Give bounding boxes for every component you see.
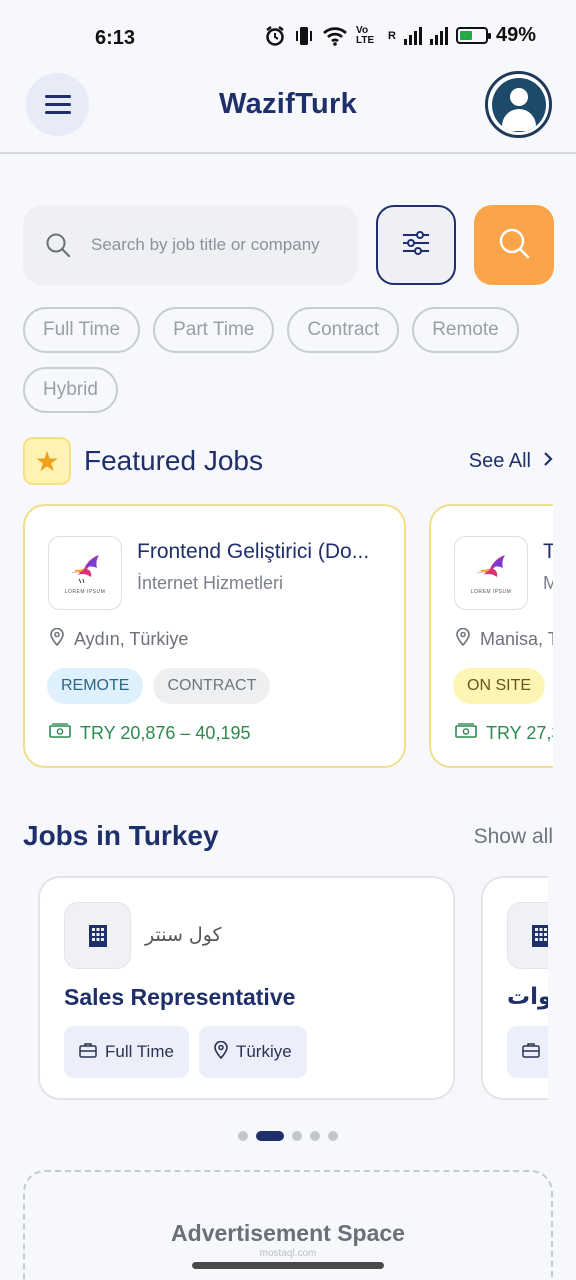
battery-level [459, 31, 472, 40]
building-icon [507, 902, 548, 969]
job-tags: ON SITE [453, 668, 546, 704]
status-bar: 6:13 Vo LTE R 49% [0, 0, 576, 70]
carousel-pager [0, 1131, 576, 1141]
bird-logo-icon [71, 555, 99, 584]
salary-range: TRY 20,876 – 40,195 [49, 723, 250, 744]
building-icon [64, 902, 131, 969]
job-title: T [543, 540, 553, 564]
job-title: Sales Representative [64, 984, 296, 1010]
money-icon [49, 723, 71, 744]
pager-dot[interactable] [310, 1131, 320, 1141]
featured-jobs-header: ★ Featured Jobs See All [23, 437, 553, 485]
battery-percent: 49% [495, 24, 536, 46]
job-type-chips: Full Time Part Time Contract Remote Hybr… [23, 307, 543, 413]
location-pin-icon [214, 1040, 228, 1064]
featured-job-card[interactable]: LOREM IPSUM T M Manisa, T ON SITE TRY 27… [429, 504, 553, 768]
jobs-in-turkey-title: Jobs in Turkey [23, 820, 219, 851]
filter-button[interactable] [376, 205, 456, 285]
job-type-tag: Full Time [64, 1026, 189, 1078]
pager-dot[interactable] [328, 1131, 338, 1141]
search-icon [45, 232, 71, 258]
profile-avatar-button[interactable] [485, 71, 552, 138]
salary-range: TRY 27,3 [455, 723, 553, 744]
pager-dot[interactable] [292, 1131, 302, 1141]
salary-text: TRY 20,876 – 40,195 [80, 723, 251, 743]
company-name: M [543, 573, 553, 593]
chevron-right-icon [543, 450, 553, 473]
star-icon: ★ [23, 437, 71, 485]
search-button[interactable] [474, 205, 554, 285]
salary-text: TRY 27,3 [486, 723, 553, 743]
job-type-text: Full Time [105, 1042, 174, 1061]
job-location-tag: Türkiye [198, 1026, 307, 1078]
company-logo: LOREM IPSUM [454, 536, 528, 610]
featured-job-card[interactable]: LOREM IPSUM Frontend Geliştirici (Do... … [23, 504, 406, 768]
status-time: 6:13 [95, 27, 136, 49]
chip-full-time[interactable]: Full Time [23, 307, 141, 353]
see-all-label: See All [468, 449, 531, 472]
wifi-icon [322, 26, 348, 46]
location-pin-icon [456, 627, 470, 651]
job-tags: REMOTE CONTRACT [47, 668, 271, 704]
show-all-link[interactable]: Show all [474, 825, 553, 849]
briefcase-icon [79, 1042, 97, 1063]
logo-text: LOREM IPSUM [64, 589, 106, 595]
company-logo: LOREM IPSUM [48, 536, 122, 610]
roaming-label: R [388, 29, 396, 42]
tag-on-site: ON SITE [453, 668, 546, 704]
logo-text: LOREM IPSUM [470, 589, 512, 595]
job-location-text: Türkiye [235, 1042, 292, 1061]
bird-logo-icon [477, 555, 505, 577]
search-input[interactable] [91, 235, 341, 255]
tag-contract: CONTRACT [153, 668, 271, 704]
battery-icon [455, 27, 491, 44]
job-card[interactable]: كول سنتر Sales Representative Full Time … [38, 876, 455, 1100]
chip-hybrid[interactable]: Hybrid [23, 367, 118, 413]
sliders-icon [401, 230, 431, 261]
search-box[interactable] [23, 205, 358, 285]
pager-dot[interactable] [238, 1131, 248, 1141]
featured-jobs-carousel[interactable]: LOREM IPSUM Frontend Geliştirici (Do... … [23, 504, 553, 768]
job-tags: Full Time Türkiye [64, 1026, 307, 1078]
chip-remote[interactable]: Remote [412, 307, 519, 353]
user-icon [491, 77, 546, 132]
chip-part-time[interactable]: Part Time [153, 307, 275, 353]
location-pin-icon [50, 627, 64, 651]
company-name: İnternet Hizmetleri [137, 573, 284, 593]
briefcase-icon [522, 1042, 540, 1063]
featured-jobs-title: Featured Jobs [84, 445, 263, 476]
job-title: وات [507, 984, 548, 1010]
location-text: Manisa, T [480, 629, 553, 649]
home-indicator[interactable] [192, 1262, 384, 1269]
alarm-icon [264, 25, 286, 47]
money-icon [455, 723, 477, 744]
jobs-in-turkey-carousel[interactable]: كول سنتر Sales Representative Full Time … [38, 876, 548, 1102]
company-name: كول سنتر [145, 924, 222, 946]
chip-contract[interactable]: Contract [287, 307, 400, 353]
watermark: mostaql.com [259, 1248, 317, 1259]
location-text: Aydın, Türkiye [74, 629, 189, 649]
see-all-link[interactable]: See All [469, 450, 553, 473]
signal-icon-2 [429, 26, 448, 45]
lte-label: Vo LTE [356, 24, 375, 46]
job-card[interactable]: وات F [481, 876, 548, 1100]
signal-icon [403, 26, 422, 45]
status-icons: Vo LTE R 49% [264, 24, 536, 47]
job-tags: F [507, 1026, 548, 1078]
app-header: WazifTurk [0, 70, 576, 154]
job-location: Manisa, T [456, 627, 553, 651]
vibrate-icon [294, 25, 314, 47]
tag-remote: REMOTE [47, 668, 144, 704]
job-title: Frontend Geliştirici (Do... [137, 540, 370, 563]
job-type-tag: F [507, 1026, 548, 1078]
advertisement-label: Advertisement Space [171, 1220, 405, 1246]
pager-dot-active[interactable] [256, 1131, 284, 1141]
search-icon [497, 226, 531, 265]
job-location: Aydın, Türkiye [50, 627, 189, 651]
